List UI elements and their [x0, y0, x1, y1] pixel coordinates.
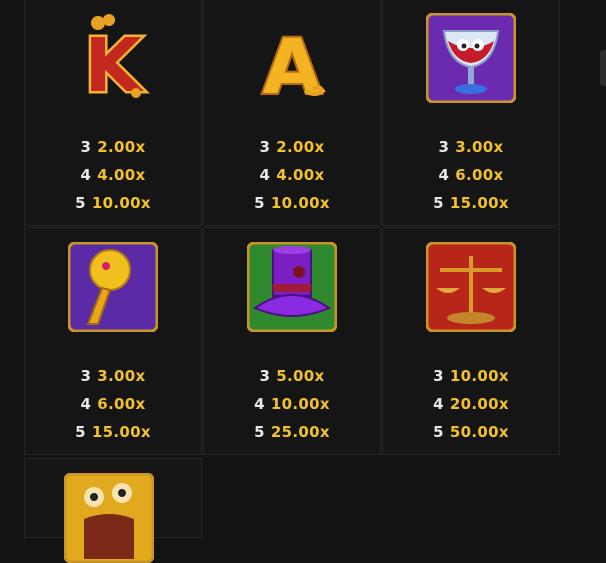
monster-symbol-icon: [64, 473, 154, 563]
paytable-values: 3 2.00x 4 4.00x 5 10.00x: [204, 133, 380, 217]
pay-row-4: 4 10.00x: [254, 395, 330, 413]
paytable-cell-cane: 3 3.00x 4 6.00x 5 15.00x: [24, 227, 202, 455]
pay-row-4: 4 20.00x: [433, 395, 509, 413]
pay-row-5: 5 15.00x: [433, 194, 509, 212]
pay-row-3: 3 3.00x: [438, 138, 504, 156]
paytable-values: 3 10.00x 4 20.00x 5 50.00x: [383, 362, 559, 446]
scales-symbol-icon: [426, 242, 516, 332]
pay-row-3: 3 5.00x: [259, 367, 325, 385]
pay-row-3: 3 2.00x: [80, 138, 146, 156]
paytable-cell-goblet: 3 3.00x 4 6.00x 5 15.00x: [382, 0, 560, 226]
svg-text:A: A: [263, 22, 322, 103]
paytable-values: 3 3.00x 4 6.00x 5 15.00x: [25, 362, 201, 446]
paytable-cell-scales: 3 10.00x 4 20.00x 5 50.00x: [382, 227, 560, 455]
pay-row-5: 5 15.00x: [75, 423, 151, 441]
pay-row-4: 4 4.00x: [80, 166, 146, 184]
paytable-cell-a: A 3 2.00x 4 4.00x 5 10.00x: [203, 0, 381, 226]
paytable-cell-wild: [24, 458, 202, 563]
pay-row-5: 5 10.00x: [75, 194, 151, 212]
pay-row-4: 4 4.00x: [259, 166, 325, 184]
pay-row-5: 5 50.00x: [433, 423, 509, 441]
pay-row-4: 4 6.00x: [80, 395, 146, 413]
paytable-cell-k: K 3 2.00x 4 4.00x 5 10.00x: [24, 0, 202, 226]
pay-row-5: 5 25.00x: [254, 423, 330, 441]
pay-row-5: 5 10.00x: [254, 194, 330, 212]
paytable-values: 3 5.00x 4 10.00x 5 25.00x: [204, 362, 380, 446]
goblet-symbol-icon: [426, 13, 516, 103]
scrollbar-thumb[interactable]: [600, 50, 606, 86]
paytable-values: 3 2.00x 4 4.00x 5 10.00x: [25, 133, 201, 217]
pay-row-3: 3 2.00x: [259, 138, 325, 156]
a-symbol-icon: A: [261, 20, 326, 103]
k-symbol-icon: K: [82, 14, 147, 103]
pay-row-4: 4 6.00x: [438, 166, 504, 184]
paytable-cell-top-hat: 3 5.00x 4 10.00x 5 25.00x: [203, 227, 381, 455]
cane-symbol-icon: [68, 242, 158, 332]
pay-row-3: 3 10.00x: [433, 367, 509, 385]
pay-row-3: 3 3.00x: [80, 367, 146, 385]
top-hat-symbol-icon: [247, 242, 337, 332]
paytable-values: 3 3.00x 4 6.00x 5 15.00x: [383, 133, 559, 217]
